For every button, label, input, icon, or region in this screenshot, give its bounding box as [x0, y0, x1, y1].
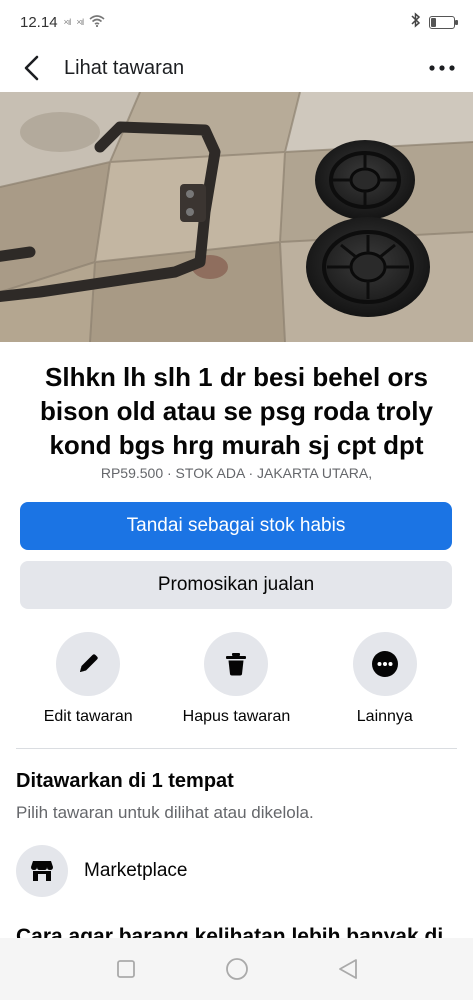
battery-fill	[431, 17, 436, 27]
edit-listing-button[interactable]: Edit tawaran	[18, 632, 158, 726]
marketplace-label: Marketplace	[84, 860, 188, 881]
wifi-icon	[89, 14, 105, 31]
mark-sold-button[interactable]: Tandai sebagai stok habis	[20, 502, 452, 550]
back-arrow-icon[interactable]	[18, 54, 46, 82]
delete-listing-button[interactable]: Hapus tawaran	[166, 632, 306, 726]
more-options-button[interactable]: Lainnya	[315, 632, 455, 726]
section-divider	[16, 748, 457, 749]
marketplace-row[interactable]: Marketplace	[16, 845, 188, 897]
more-options-label: Lainnya	[356, 708, 413, 725]
system-nav-bar	[0, 938, 473, 1000]
back-icon[interactable]	[331, 952, 365, 986]
battery-icon	[429, 15, 458, 29]
pencil-icon	[80, 654, 98, 672]
listing-actions: Edit tawaran Hapus tawaran Lainnya	[0, 632, 473, 726]
edit-listing-label: Edit tawaran	[43, 708, 133, 725]
more-icon	[371, 651, 398, 677]
offered-section-title: Ditawarkan di 1 tempat	[16, 770, 234, 792]
edit-action-circle	[56, 632, 121, 696]
listing-title: Slhkn lh slh 1 dr besi behel ors bison o…	[40, 362, 433, 460]
marketplace-store-icon	[16, 845, 68, 897]
recent-apps-icon[interactable]	[109, 952, 143, 986]
signal-icon: ×ıl	[76, 17, 84, 27]
listing-meta: RP59.500 · STOK ADA · JAKARTA UTARA,	[100, 465, 373, 481]
listing-photo[interactable]	[0, 92, 473, 342]
status-right	[411, 12, 458, 32]
more-action-circle	[352, 632, 417, 696]
trash-icon	[226, 653, 247, 676]
product-photo-image	[0, 92, 473, 342]
home-icon[interactable]	[220, 952, 254, 986]
next-section-text: Cara agar barang kelihatan lebih banyak …	[16, 925, 444, 938]
delete-action-circle	[204, 632, 269, 696]
page-title: Lihat tawaran	[64, 56, 185, 79]
more-horizontal-icon[interactable]	[427, 54, 457, 82]
bluetooth-icon	[411, 12, 421, 32]
status-left: 12.14 ×ıl ×ıl	[20, 14, 105, 31]
delete-listing-label: Hapus tawaran	[182, 708, 291, 725]
status-bar: 12.14 ×ıl ×ıl	[0, 0, 473, 44]
next-section-title: Cara agar barang kelihatan lebih banyak …	[16, 924, 457, 938]
top-app-bar: Lihat tawaran	[0, 44, 473, 92]
clock: 12.14	[20, 13, 58, 31]
signal-icon: ×ıl	[63, 17, 72, 27]
offered-section-subtitle: Pilih tawaran untuk dilihat atau dikelol…	[16, 803, 314, 822]
promote-listing-button[interactable]: Promosikan jualan	[20, 561, 452, 609]
